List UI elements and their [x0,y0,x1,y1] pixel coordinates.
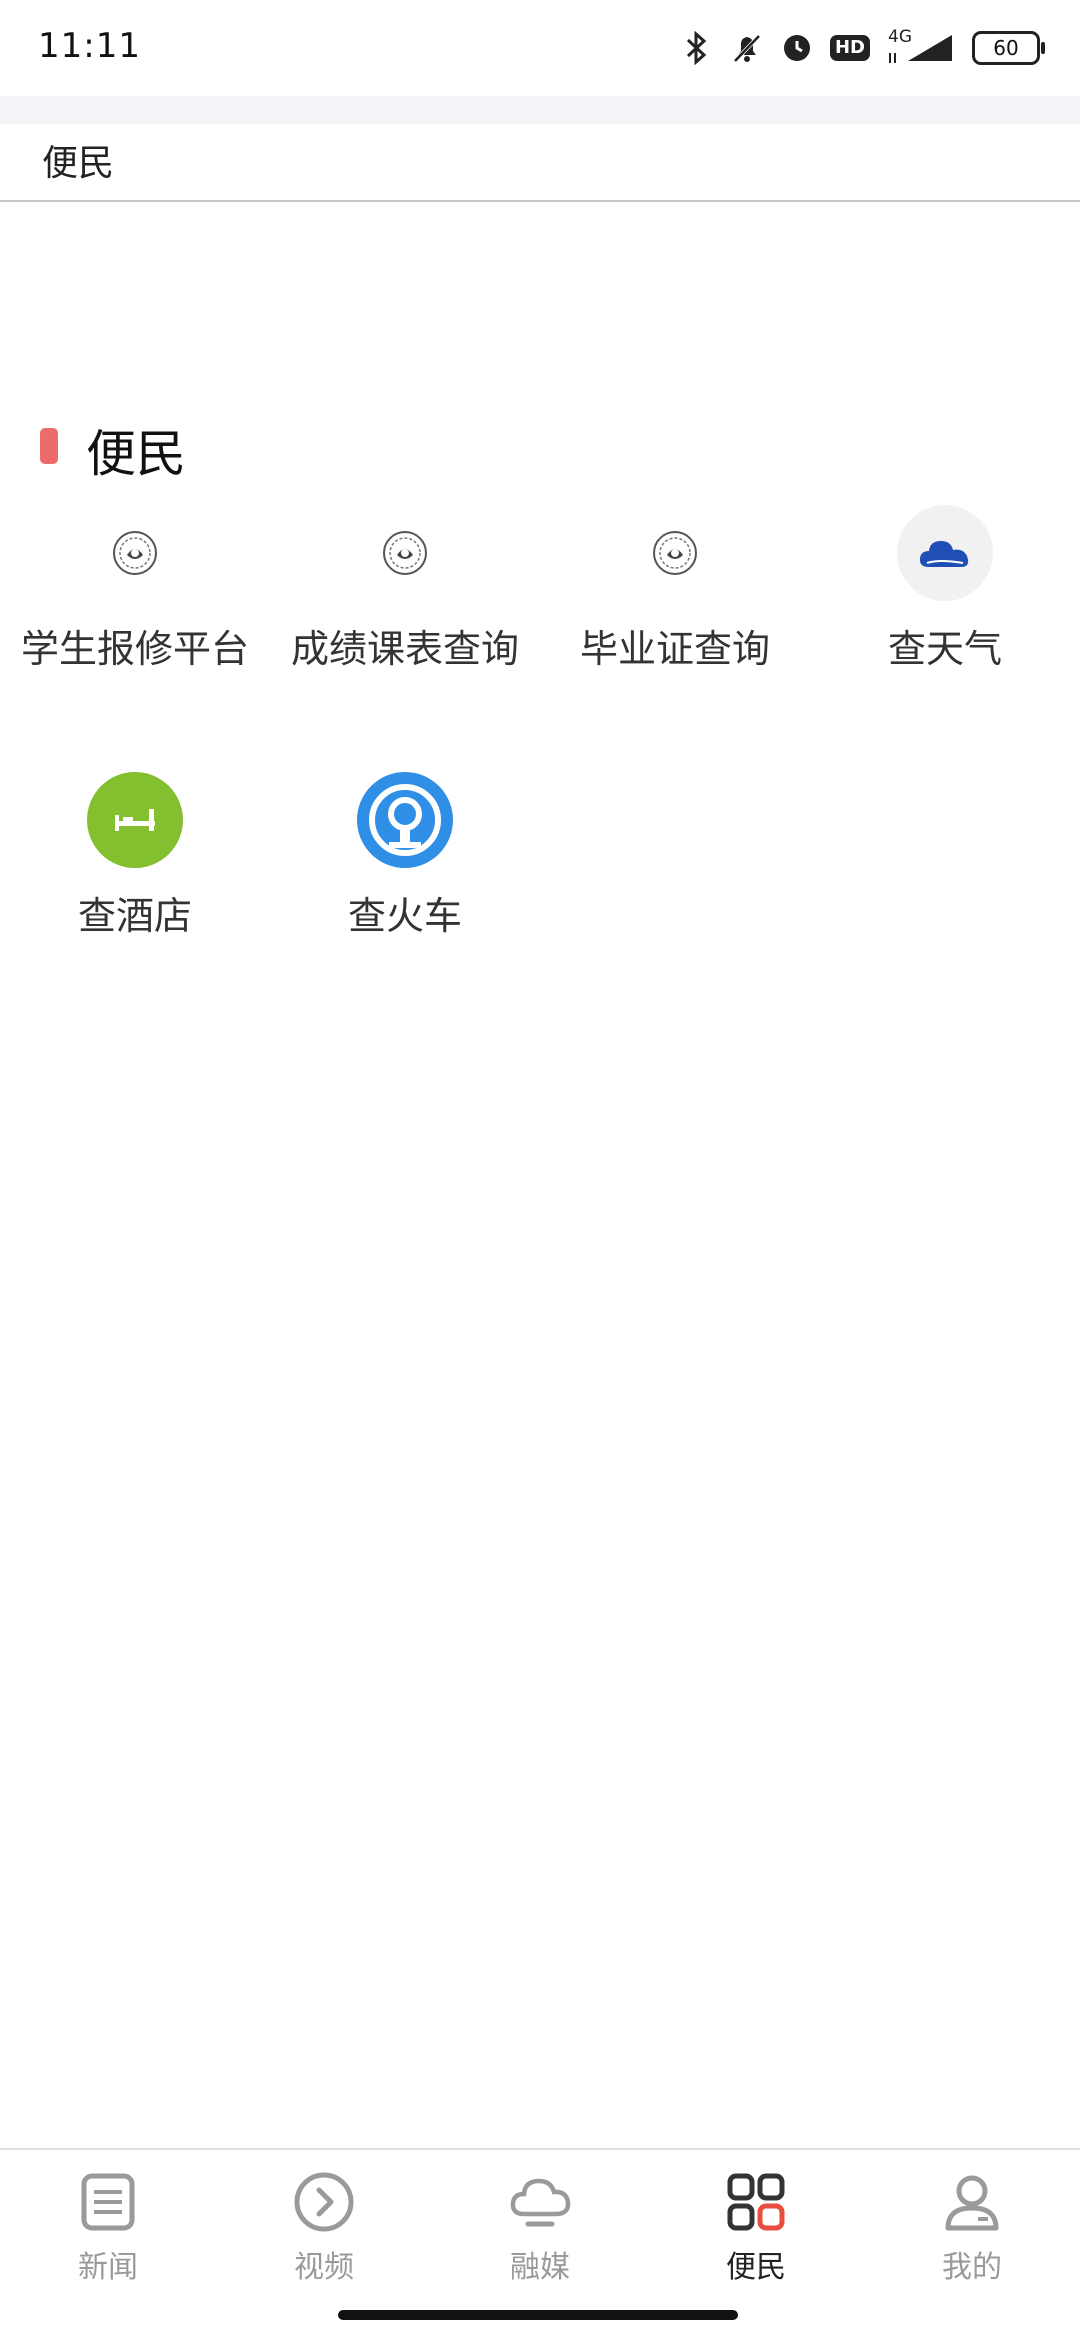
signal-icon: 4G [886,27,956,65]
nav-item-media[interactable]: 融媒 [432,2170,648,2286]
status-time: 11:11 [38,26,141,66]
video-icon [292,2170,356,2234]
page-header: 便民 [0,124,1080,202]
news-icon [76,2170,140,2234]
bluetooth-icon [680,31,714,65]
nav-item-profile[interactable]: 我的 [864,2170,1080,2286]
profile-icon [940,2170,1004,2234]
section-marker [40,428,58,464]
section-title: 便民 [86,425,186,483]
header-divider-strip [0,96,1080,124]
service-grades-schedule[interactable]: 成绩课表查询 [270,505,540,677]
service-label: 查天气 [887,627,1002,671]
service-weather[interactable]: 查天气 [810,505,1080,677]
battery-indicator: 60 [972,31,1045,65]
service-train[interactable]: 查火车 [270,772,540,944]
cloud-icon [897,505,993,601]
hd-badge: HD [829,35,870,61]
grid-icon [724,2170,788,2234]
service-diploma-query[interactable]: 毕业证查询 [540,505,810,677]
alarm-icon [780,31,814,65]
network-type: 4G [888,27,912,47]
page-title: 便民 [42,143,115,184]
service-label: 查酒店 [77,894,192,938]
cloud-media-icon [508,2170,572,2234]
nav-item-news[interactable]: 新闻 [0,2170,216,2286]
nav-label: 我的 [942,2250,1002,2285]
school-emblem-icon [357,505,453,601]
service-label: 毕业证查询 [579,627,770,671]
mute-icon [730,31,764,65]
school-emblem-icon [627,505,723,601]
status-bar: 11:11 HD 4G 60 [0,0,1080,96]
screen: 11:11 HD 4G 60 便民 便民 学生报修平台 成绩课表查询 毕业证查询… [0,0,1080,2340]
service-label: 成绩课表查询 [290,627,519,671]
railway-icon [357,772,453,868]
home-indicator[interactable] [338,2310,738,2320]
nav-label: 视频 [294,2250,354,2285]
nav-label: 便民 [726,2250,786,2285]
service-hotel[interactable]: 查酒店 [0,772,270,944]
status-icons: HD 4G 60 [680,24,1045,72]
nav-label: 新闻 [78,2250,138,2285]
nav-item-services[interactable]: 便民 [648,2170,864,2286]
school-emblem-icon [87,505,183,601]
service-student-repair[interactable]: 学生报修平台 [0,505,270,677]
service-label: 学生报修平台 [20,627,249,671]
service-label: 查火车 [347,894,462,938]
nav-label: 融媒 [510,2250,570,2285]
bed-icon [87,772,183,868]
nav-item-video[interactable]: 视频 [216,2170,432,2286]
